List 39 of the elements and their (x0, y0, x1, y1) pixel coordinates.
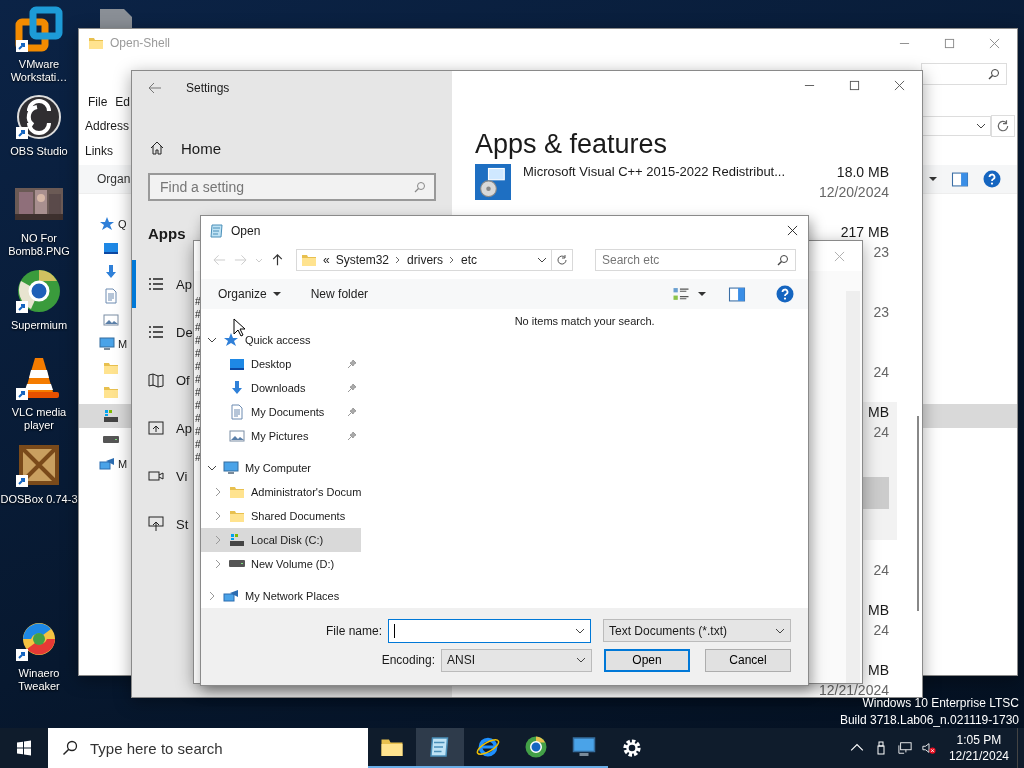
text-line: # (195, 321, 201, 334)
text-line: # (195, 412, 201, 425)
encoding-label: Encoding: (381, 653, 435, 668)
window-title: Open-Shell (110, 36, 171, 50)
app-date: 12/21/2024 (818, 681, 889, 698)
window-title: Open (231, 223, 261, 238)
app-date: 24 (873, 423, 889, 442)
text-line: # (195, 347, 201, 360)
window-title: Settings (186, 81, 230, 95)
text-line: # (195, 308, 201, 321)
text-line: # (195, 295, 201, 308)
app-size: MB (868, 601, 889, 620)
text-line: # (195, 399, 201, 412)
system-info-text: Windows 10 Enterprise LTSC (862, 695, 1019, 712)
app-size: 18.0 MB (836, 163, 889, 182)
text-line: # (195, 373, 201, 386)
app-size: MB (868, 403, 889, 422)
app-date: 24 (873, 363, 889, 382)
app-size: 217 MB (840, 223, 889, 242)
app-date: 24 (873, 561, 889, 580)
app-name: Microsoft Visual C++ 2015-2022 Redistribut... (523, 164, 786, 179)
app-date: 23 (873, 243, 889, 262)
text-line: # (195, 386, 201, 399)
text-line: # (195, 451, 201, 464)
links-label: Links (85, 144, 113, 158)
app-size: MB (868, 661, 889, 680)
app-date: 12/20/2024 (818, 183, 889, 202)
section-heading: Apps (147, 225, 186, 244)
empty-message: No items match your search. (514, 314, 655, 329)
address-label: Address (85, 119, 130, 133)
text-line: # (195, 334, 201, 347)
text-line: # (195, 425, 201, 438)
system-info-text: Build 3718.Lab06_n.021119-1730 (839, 712, 1019, 729)
app-date: 23 (873, 303, 889, 322)
page-heading: Apps & features (475, 128, 669, 161)
file-name-label: File name: (325, 623, 382, 638)
text-line: # (195, 360, 201, 373)
app-date: 24 (873, 621, 889, 640)
text-line: # (195, 438, 201, 451)
